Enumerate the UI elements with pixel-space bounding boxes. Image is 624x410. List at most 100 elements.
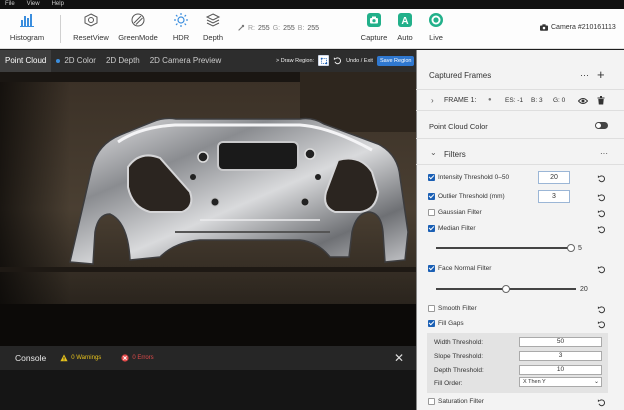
rgb-readout: R: 255 G: 255 B: 255 [237,24,319,32]
fill-order-select[interactable]: X Then Y ⌄ [519,377,602,387]
median-slider-value: 5 [578,245,582,252]
frame-es: ES: -1 [505,97,524,104]
undo-icon[interactable] [333,56,342,65]
save-region-button[interactable]: Save Region [376,55,415,66]
depth-button[interactable]: Depth [187,12,239,42]
tab-2d-color-label: 2D Color [64,56,96,65]
median-label: Median Filter [438,225,476,232]
camera-small-icon [540,24,548,31]
warning-icon [60,354,68,362]
captured-frames-title: Captured Frames [429,71,492,80]
live-label: Live [429,33,443,42]
face-normal-label: Face Normal Filter [438,265,492,272]
intensity-label: Intensity Threshold 0–50 [438,174,510,181]
smooth-checkbox[interactable] [428,305,435,312]
reset-icon[interactable] [597,193,606,202]
reset-icon[interactable] [597,174,606,183]
smooth-label: Smooth Filter [438,305,477,312]
svg-text:A: A [401,16,408,27]
warnings-filter[interactable]: 0 Warnings [60,354,101,362]
depth-threshold-input[interactable]: 10 [519,365,602,375]
crop-region-icon [320,57,327,64]
fill-gaps-checkbox[interactable] [428,320,435,327]
divider [416,164,624,165]
resetview-button[interactable]: ResetView [65,12,117,42]
saturation-label: Saturation Filter [438,398,484,405]
live-button[interactable]: Live [410,12,462,42]
toolbar-divider [60,15,61,43]
filters-more-icon[interactable]: ··· [600,149,608,158]
face-normal-checkbox[interactable] [428,265,435,272]
divider [416,138,624,139]
camera-viewport[interactable] [0,72,416,346]
outlier-input[interactable]: 3 [538,190,570,203]
face-normal-slider-knob[interactable] [502,285,510,293]
chevron-down-icon[interactable]: ⌄ [430,148,437,157]
error-icon [121,354,129,362]
camera-id-text: Camera #210161113 [551,24,616,31]
draw-region-label: > Draw Region: [276,57,315,64]
draw-region-button[interactable] [318,55,330,66]
point-cloud-color-toggle[interactable] [595,122,608,129]
close-icon[interactable]: ✕ [394,351,404,365]
b-label: B: [297,24,305,32]
trash-icon[interactable] [597,96,605,105]
menu-view[interactable]: View [27,0,40,9]
face-normal-slider-value: 20 [580,286,588,293]
intensity-input[interactable]: 20 [538,171,570,184]
camera-indicator[interactable]: Camera #210161113 [540,24,616,31]
expand-frame-icon[interactable]: › [431,96,434,105]
saturation-checkbox[interactable] [428,398,435,405]
tab-2d-depth[interactable]: 2D Depth [101,50,145,72]
region-tools: > Draw Region: Undo / Exit Save Region [276,55,415,66]
outlier-checkbox[interactable] [428,193,435,200]
chevron-down-icon: ⌄ [593,379,599,385]
errors-filter[interactable]: 0 Errors [121,354,154,362]
reset-icon[interactable] [597,225,606,234]
median-slider-track[interactable] [436,247,571,249]
frame-g: G: 0 [553,97,566,104]
tab-point-cloud[interactable]: Point Cloud [0,50,52,72]
console-header: Console 0 Warnings 0 Errors ✕ [0,346,416,370]
reset-icon[interactable] [597,209,606,218]
reset-icon[interactable] [597,398,606,407]
reset-icon[interactable] [597,265,606,274]
menu-file[interactable]: File [5,0,15,9]
g-value: 255 [283,24,295,32]
gaussian-checkbox[interactable] [428,209,435,216]
warnings-count: 0 Warnings [71,355,102,361]
live-icon [429,13,443,27]
b-value: 255 [307,24,320,32]
toolbar: Histogram ResetView GreenMode HDR Depth … [0,9,624,49]
tab-2d-color[interactable]: 2D Color [51,50,101,72]
frame-label[interactable]: FRAME 1: [444,97,476,104]
divider [416,89,624,90]
intensity-checkbox[interactable] [428,174,435,181]
width-threshold-input[interactable]: 50 [519,337,602,347]
frames-more-icon[interactable]: ··· [580,70,589,80]
g-label: G: [272,24,281,32]
reset-icon[interactable] [597,320,606,329]
fill-order-value: X Then Y [523,379,546,385]
active-dot-icon [56,58,61,63]
fill-gaps-label: Fill Gaps [438,320,464,327]
undo-exit-label[interactable]: Undo / Exit [346,58,373,64]
reset-icon[interactable] [597,305,606,314]
menu-bar: File View Help [0,0,624,9]
depth-label: Depth [202,33,223,42]
tab-2d-camera-preview[interactable]: 2D Camera Preview [145,50,227,72]
histogram-button[interactable]: Histogram [1,12,53,42]
divider [416,110,624,111]
slope-threshold-label: Slope Threshold: [434,353,484,360]
median-slider-knob[interactable] [567,244,575,252]
eyedropper-icon[interactable] [237,24,245,32]
errors-count: 0 Errors [132,355,154,361]
slope-threshold-input[interactable]: 3 [519,351,602,361]
frame-bullet: ● [488,97,492,103]
add-frame-icon[interactable]: + [597,67,605,82]
menu-help[interactable]: Help [52,0,64,9]
histogram-icon [20,14,34,27]
eye-icon[interactable] [578,97,588,105]
median-checkbox[interactable] [428,225,435,232]
console-panel: Console 0 Warnings 0 Errors ✕ [0,346,416,410]
